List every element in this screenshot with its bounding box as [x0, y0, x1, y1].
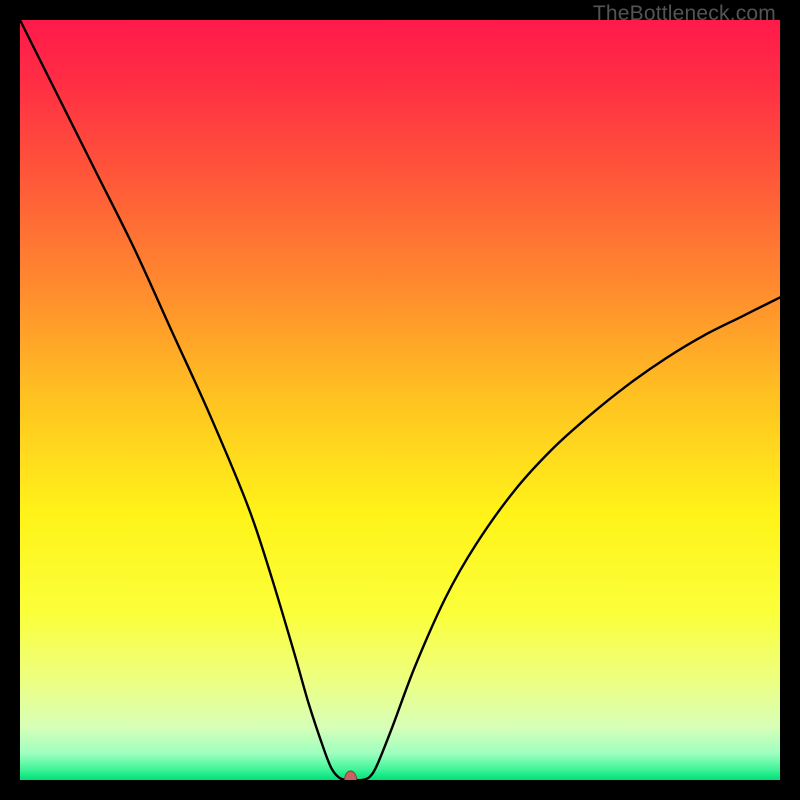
plot-area	[20, 20, 780, 780]
watermark-text: TheBottleneck.com	[593, 2, 776, 26]
bottleneck-curve-chart	[20, 20, 780, 780]
chart-frame: TheBottleneck.com	[0, 0, 800, 800]
gradient-background	[20, 20, 780, 780]
